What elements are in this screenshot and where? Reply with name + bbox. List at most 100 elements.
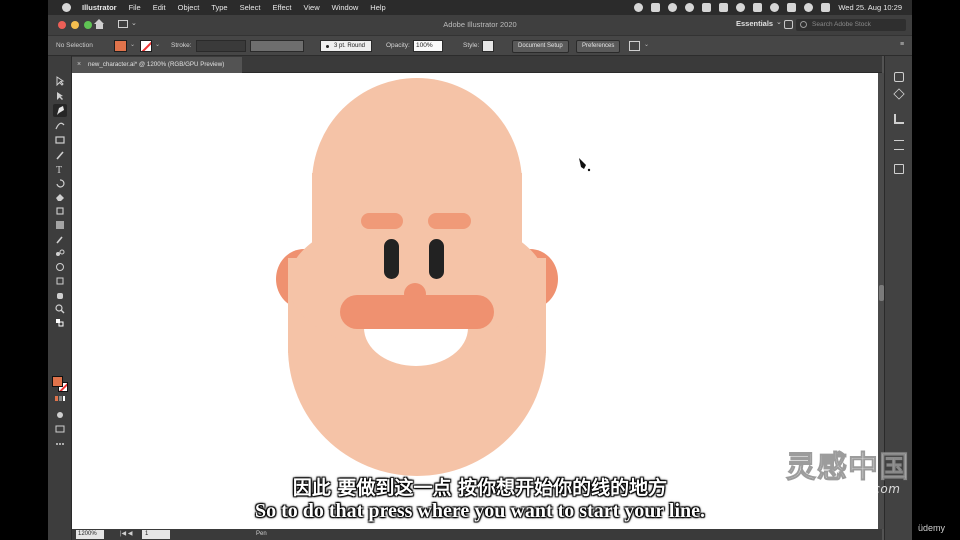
curvature-tool-icon[interactable]: [55, 120, 65, 130]
selection-status: No Selection: [56, 42, 93, 49]
eraser-tool-icon[interactable]: [55, 192, 65, 202]
type-tool-icon[interactable]: T: [55, 164, 65, 174]
status-bar: 1200% |◀ ◀ 1 Pen: [72, 529, 882, 540]
opacity-label[interactable]: Opacity:: [386, 42, 410, 49]
color-mode-icons[interactable]: [55, 396, 65, 406]
properties-panel-icon[interactable]: [894, 72, 904, 82]
video-letterbox-left: [0, 0, 48, 540]
close-window-button[interactable]: [58, 21, 66, 29]
direct-selection-tool-icon[interactable]: [55, 91, 65, 101]
cloud-icon[interactable]: [685, 3, 695, 12]
blend-tool-icon[interactable]: [55, 248, 65, 258]
creative-cloud-icon[interactable]: [668, 3, 678, 12]
preferences-button[interactable]: Preferences: [576, 40, 621, 53]
align-icon[interactable]: [629, 41, 640, 51]
stroke-color-swatch[interactable]: [140, 40, 152, 52]
chevron-down-icon[interactable]: ⌄: [155, 41, 160, 48]
subtitle-english: So to do that press where you want to st…: [254, 500, 705, 522]
menu-type[interactable]: Type: [211, 3, 227, 12]
artboard-navigation[interactable]: |◀ ◀: [120, 529, 132, 540]
hand-tool-icon[interactable]: [55, 290, 65, 300]
free-transform-tool-icon[interactable]: [55, 206, 65, 216]
chevron-down-icon[interactable]: ⌄: [644, 41, 649, 48]
menu-view[interactable]: View: [303, 3, 319, 12]
record-icon[interactable]: [634, 3, 644, 12]
zoom-tool-icon[interactable]: [55, 304, 65, 314]
pen-tool-icon[interactable]: [53, 104, 67, 117]
control-center-icon[interactable]: [821, 3, 831, 12]
text-tool-status-icon[interactable]: [719, 3, 729, 12]
rotate-tool-icon[interactable]: [55, 178, 65, 188]
zoom-level-field[interactable]: 1200%: [76, 530, 104, 539]
clock[interactable]: Wed 25. Aug 10:29: [838, 3, 902, 12]
menu-bar-status-area: Wed 25. Aug 10:29: [634, 0, 902, 15]
document-tab-title: new_character.ai* @ 1200% (RGB/GPU Previ…: [88, 61, 225, 68]
battery-icon[interactable]: [753, 3, 763, 12]
svg-text:T: T: [56, 165, 62, 174]
current-tool-status[interactable]: Pen: [256, 529, 267, 540]
document-setup-button[interactable]: Document Setup: [512, 40, 569, 53]
menu-select[interactable]: Select: [240, 3, 261, 12]
upload-icon[interactable]: [651, 3, 661, 12]
workspace-switcher[interactable]: Essentials: [736, 19, 773, 28]
menu-edit[interactable]: Edit: [153, 3, 166, 12]
document-tab-strip: × new_character.ai* @ 1200% (RGB/GPU Pre…: [72, 56, 882, 73]
fill-color-box[interactable]: [52, 376, 63, 387]
watermark-url: lingganchina.com: [786, 482, 901, 496]
share-icon[interactable]: [784, 20, 793, 29]
pen-cursor-icon: [579, 158, 591, 172]
menu-object[interactable]: Object: [178, 3, 200, 12]
artboard-tool-icon[interactable]: [55, 276, 65, 286]
layers-panel-icon[interactable]: [893, 88, 905, 100]
pathfinder-panel-icon[interactable]: [894, 164, 904, 174]
eyedropper-tool-icon[interactable]: [55, 234, 65, 244]
stroke-panel-icon[interactable]: [894, 140, 904, 150]
close-tab-icon[interactable]: ×: [77, 57, 81, 73]
rectangle-tool-icon[interactable]: [55, 135, 65, 145]
chevron-down-icon[interactable]: ⌄: [131, 19, 137, 27]
menu-file[interactable]: File: [129, 3, 141, 12]
chevron-down-icon[interactable]: ⌄: [776, 18, 782, 26]
apple-icon[interactable]: [62, 3, 71, 12]
fill-color-swatch[interactable]: [114, 40, 127, 52]
menu-help[interactable]: Help: [370, 3, 385, 12]
wifi-icon[interactable]: [770, 3, 780, 12]
zoom-window-button[interactable]: [84, 21, 92, 29]
artboard-number-field[interactable]: 1: [142, 530, 170, 539]
opacity-input[interactable]: 100%: [413, 40, 443, 52]
home-icon[interactable]: [94, 19, 105, 30]
tools-panel: T: [48, 56, 72, 540]
document-tab[interactable]: × new_character.ai* @ 1200% (RGB/GPU Pre…: [72, 57, 242, 73]
mac-menu-bar: Illustrator File Edit Object Type Select…: [48, 0, 912, 15]
minimize-window-button[interactable]: [71, 21, 79, 29]
application-bar: ⌄ Adobe Illustrator 2020 Essentials ⌄ Se…: [48, 15, 912, 35]
arrange-documents-icon[interactable]: [118, 20, 128, 28]
clipboard-icon[interactable]: [702, 3, 712, 12]
edit-toolbar-icon[interactable]: [55, 442, 65, 452]
symbol-sprayer-tool-icon[interactable]: [55, 262, 65, 272]
stroke-label[interactable]: Stroke:: [171, 42, 192, 49]
graphic-style-swatch[interactable]: [482, 40, 494, 52]
default-colors-icon[interactable]: [55, 318, 65, 328]
panel-menu-icon[interactable]: ≡: [900, 41, 904, 48]
selection-tool-icon[interactable]: [55, 76, 65, 86]
variable-width-profile[interactable]: [250, 40, 304, 52]
udemy-logo: üdemy: [918, 523, 946, 533]
window-controls: [58, 21, 92, 29]
drawing-modes-icon[interactable]: [55, 410, 65, 420]
align-panel-icon[interactable]: [894, 114, 904, 124]
menu-window[interactable]: Window: [332, 3, 359, 12]
paintbrush-tool-icon[interactable]: [55, 150, 65, 160]
mustache: [340, 295, 494, 329]
menu-illustrator[interactable]: Illustrator: [82, 3, 117, 12]
adobe-stock-search-input[interactable]: Search Adobe Stock: [796, 19, 906, 31]
screen-mode-icon[interactable]: [55, 424, 65, 434]
spotlight-icon[interactable]: [804, 3, 814, 12]
menu-effect[interactable]: Effect: [272, 3, 291, 12]
keyboard-icon[interactable]: [787, 3, 797, 12]
play-icon[interactable]: [736, 3, 746, 12]
stroke-weight-stepper[interactable]: [196, 40, 246, 52]
gradient-tool-icon[interactable]: [55, 220, 65, 230]
brush-definition-dropdown[interactable]: 3 pt. Round: [320, 40, 372, 52]
chevron-down-icon[interactable]: ⌄: [130, 41, 135, 48]
